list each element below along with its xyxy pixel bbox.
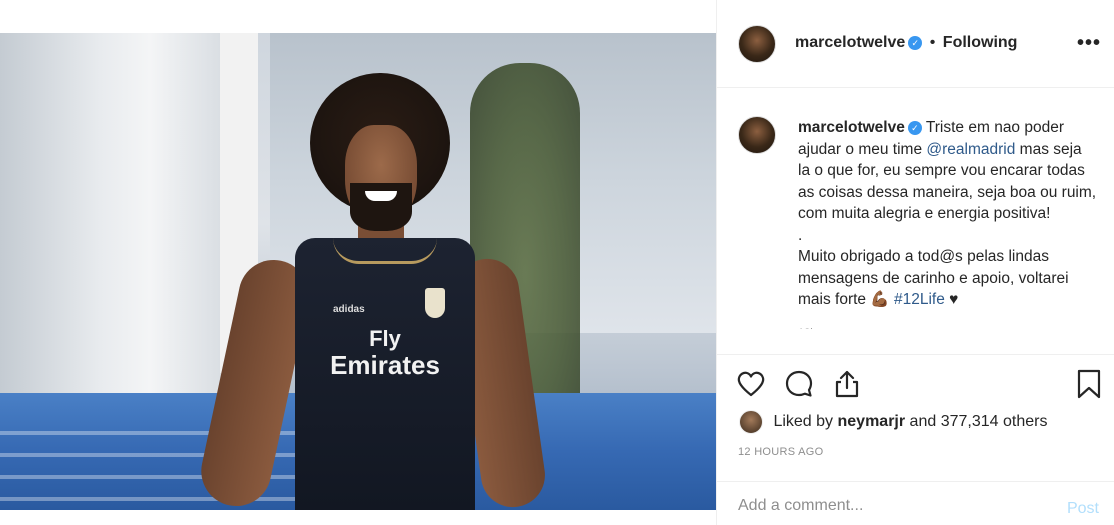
jersey-maker-logo: adidas xyxy=(333,304,365,315)
post-button[interactable]: Post xyxy=(1067,500,1099,518)
post-timestamp[interactable]: 12 HOURS AGO xyxy=(738,446,824,458)
caption-username[interactable]: marcelotwelve xyxy=(798,119,905,136)
comment-bar: Post xyxy=(717,481,1114,525)
caption-text-3-block: Muito obrigado a tod@s pelas lindas mens… xyxy=(798,246,1098,311)
photo-player: adidas Fly Emirates xyxy=(194,73,550,510)
caption-avatar[interactable] xyxy=(738,116,776,154)
instagram-post: adidas Fly Emirates marcelotwelve ✓ • Fol… xyxy=(0,0,1114,525)
bookmark-icon[interactable] xyxy=(1073,368,1105,400)
verified-icon: ✓ xyxy=(907,120,922,135)
more-icon[interactable]: ••• xyxy=(1077,32,1101,55)
likes-prefix: Liked by xyxy=(773,413,834,431)
post-header: marcelotwelve ✓ • Following ••• xyxy=(717,0,1114,88)
mention-link[interactable]: @realmadrid xyxy=(926,141,1015,158)
action-bar xyxy=(717,354,1114,409)
flex-emoji: 💪🏾 xyxy=(870,291,890,308)
liker-username[interactable]: neymarjr xyxy=(838,413,906,430)
heart-emoji: ♥ xyxy=(949,291,959,308)
likes-summary[interactable]: Liked by neymarjr and 377,314 others xyxy=(739,410,1047,436)
author-username[interactable]: marcelotwelve xyxy=(795,34,905,51)
caption-text: marcelotwelve ✓ Triste em nao poder ajuda… xyxy=(798,117,1098,329)
author-avatar[interactable] xyxy=(738,25,776,63)
jersey-sponsor-line2: Emirates xyxy=(330,350,440,380)
post-photo[interactable]: adidas Fly Emirates xyxy=(0,33,716,510)
jersey-sponsor-line1: Fly xyxy=(369,326,401,351)
following-button[interactable]: Following xyxy=(943,34,1018,51)
player-smile xyxy=(365,191,397,201)
caption-time: 12h xyxy=(798,323,1098,329)
heart-icon[interactable] xyxy=(735,368,767,400)
header-separator: • xyxy=(929,34,936,51)
share-icon[interactable] xyxy=(831,368,863,400)
verified-icon: ✓ xyxy=(908,35,923,50)
jersey-collar-trim xyxy=(333,238,437,264)
comment-input[interactable] xyxy=(738,497,1038,515)
hashtag-link[interactable]: #12Life xyxy=(894,291,945,308)
header-line: marcelotwelve ✓ • Following xyxy=(795,34,1017,52)
jersey-club-crest xyxy=(425,288,445,318)
comment-icon[interactable] xyxy=(783,368,815,400)
caption-dot: . xyxy=(798,226,803,244)
post-sidebar: marcelotwelve ✓ • Following ••• marcelotw… xyxy=(716,0,1114,525)
player-jersey: adidas Fly Emirates xyxy=(295,238,475,510)
likes-suffix[interactable]: and 377,314 others xyxy=(910,413,1048,430)
liker-avatar xyxy=(739,410,763,434)
caption-section: marcelotwelve ✓ Triste em nao poder ajuda… xyxy=(717,89,1114,354)
